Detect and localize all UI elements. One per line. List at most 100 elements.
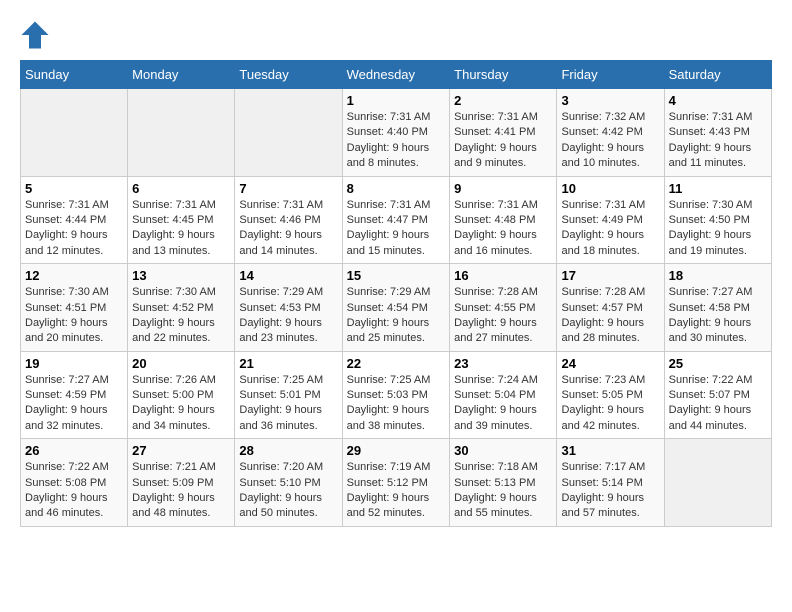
calendar-cell: 22 Sunrise: 7:25 AMSunset: 5:03 PMDayligh… bbox=[342, 351, 450, 439]
calendar-cell: 10 Sunrise: 7:31 AMSunset: 4:49 PMDayligh… bbox=[557, 176, 664, 264]
calendar-cell: 7Sunrise: 7:31 AMSunset: 4:46 PMDaylight… bbox=[235, 176, 342, 264]
day-number: 30 bbox=[454, 443, 552, 458]
calendar-cell: 2Sunrise: 7:31 AMSunset: 4:41 PMDaylight… bbox=[450, 89, 557, 177]
day-number: 17 bbox=[561, 268, 659, 283]
calendar-table: SundayMondayTuesdayWednesdayThursdayFrid… bbox=[20, 60, 772, 527]
weekday-header: Thursday bbox=[450, 61, 557, 89]
day-info: Sunrise: 7:25 AMSunset: 5:01 PMDaylight:… bbox=[239, 373, 337, 435]
day-info: Sunrise: 7:21 AMSunset: 5:09 PMDaylight:… bbox=[132, 460, 230, 522]
day-info: Sunrise: 7:30 AMSunset: 4:51 PMDaylight:… bbox=[25, 285, 123, 347]
day-info: Sunrise: 7:28 AMSunset: 4:57 PMDaylight:… bbox=[561, 285, 659, 347]
day-info: Sunrise: 7:18 AMSunset: 5:13 PMDaylight:… bbox=[454, 460, 552, 522]
calendar-cell: 17 Sunrise: 7:28 AMSunset: 4:57 PMDayligh… bbox=[557, 264, 664, 352]
weekday-header: Friday bbox=[557, 61, 664, 89]
day-info: Sunrise: 7:30 AMSunset: 4:52 PMDaylight:… bbox=[132, 285, 230, 347]
day-number: 6 bbox=[132, 181, 230, 196]
calendar-cell: 19 Sunrise: 7:27 AMSunset: 4:59 PMDayligh… bbox=[21, 351, 128, 439]
day-number: 7 bbox=[239, 181, 337, 196]
calendar-cell: 23 Sunrise: 7:24 AMSunset: 5:04 PMDayligh… bbox=[450, 351, 557, 439]
calendar-cell bbox=[21, 89, 128, 177]
calendar-cell: 1Sunrise: 7:31 AMSunset: 4:40 PMDaylight… bbox=[342, 89, 450, 177]
day-number: 5 bbox=[25, 181, 123, 196]
day-number: 15 bbox=[347, 268, 446, 283]
calendar-header-row: SundayMondayTuesdayWednesdayThursdayFrid… bbox=[21, 61, 772, 89]
day-number: 23 bbox=[454, 356, 552, 371]
calendar-week-row: 5 Sunrise: 7:31 AMSunset: 4:44 PMDaylight… bbox=[21, 176, 772, 264]
day-info: Sunrise: 7:22 AMSunset: 5:08 PMDaylight:… bbox=[25, 460, 123, 522]
calendar-cell: 30 Sunrise: 7:18 AMSunset: 5:13 PMDayligh… bbox=[450, 439, 557, 527]
calendar-week-row: 12 Sunrise: 7:30 AMSunset: 4:51 PMDayligh… bbox=[21, 264, 772, 352]
day-number: 20 bbox=[132, 356, 230, 371]
day-info: Sunrise: 7:32 AMSunset: 4:42 PMDaylight:… bbox=[561, 110, 659, 172]
day-number: 28 bbox=[239, 443, 337, 458]
day-number: 27 bbox=[132, 443, 230, 458]
day-info: Sunrise: 7:29 AMSunset: 4:54 PMDaylight:… bbox=[347, 285, 446, 347]
calendar-cell: 18 Sunrise: 7:27 AMSunset: 4:58 PMDayligh… bbox=[664, 264, 771, 352]
calendar-cell: 24 Sunrise: 7:23 AMSunset: 5:05 PMDayligh… bbox=[557, 351, 664, 439]
calendar-cell: 6 Sunrise: 7:31 AMSunset: 4:45 PMDaylight… bbox=[128, 176, 235, 264]
day-number: 13 bbox=[132, 268, 230, 283]
day-info: Sunrise: 7:20 AMSunset: 5:10 PMDaylight:… bbox=[239, 460, 337, 522]
day-number: 2 bbox=[454, 93, 552, 108]
calendar-week-row: 26 Sunrise: 7:22 AMSunset: 5:08 PMDayligh… bbox=[21, 439, 772, 527]
day-number: 26 bbox=[25, 443, 123, 458]
day-number: 12 bbox=[25, 268, 123, 283]
day-info: Sunrise: 7:27 AMSunset: 4:58 PMDaylight:… bbox=[669, 285, 767, 347]
day-info: Sunrise: 7:31 AMSunset: 4:47 PMDaylight:… bbox=[347, 198, 446, 260]
day-number: 16 bbox=[454, 268, 552, 283]
day-number: 19 bbox=[25, 356, 123, 371]
day-info: Sunrise: 7:19 AMSunset: 5:12 PMDaylight:… bbox=[347, 460, 446, 522]
day-number: 24 bbox=[561, 356, 659, 371]
weekday-header: Tuesday bbox=[235, 61, 342, 89]
calendar-cell: 27 Sunrise: 7:21 AMSunset: 5:09 PMDayligh… bbox=[128, 439, 235, 527]
calendar-cell: 4 Sunrise: 7:31 AMSunset: 4:43 PMDaylight… bbox=[664, 89, 771, 177]
day-info: Sunrise: 7:28 AMSunset: 4:55 PMDaylight:… bbox=[454, 285, 552, 347]
logo bbox=[20, 20, 54, 50]
day-info: Sunrise: 7:31 AMSunset: 4:48 PMDaylight:… bbox=[454, 198, 552, 260]
day-info: Sunrise: 7:17 AMSunset: 5:14 PMDaylight:… bbox=[561, 460, 659, 522]
calendar-week-row: 1Sunrise: 7:31 AMSunset: 4:40 PMDaylight… bbox=[21, 89, 772, 177]
calendar-cell bbox=[235, 89, 342, 177]
calendar-cell: 28 Sunrise: 7:20 AMSunset: 5:10 PMDayligh… bbox=[235, 439, 342, 527]
calendar-week-row: 19 Sunrise: 7:27 AMSunset: 4:59 PMDayligh… bbox=[21, 351, 772, 439]
calendar-cell: 26 Sunrise: 7:22 AMSunset: 5:08 PMDayligh… bbox=[21, 439, 128, 527]
day-info: Sunrise: 7:30 AMSunset: 4:50 PMDaylight:… bbox=[669, 198, 767, 260]
page-header bbox=[20, 20, 772, 50]
day-number: 11 bbox=[669, 181, 767, 196]
day-info: Sunrise: 7:31 AMSunset: 4:43 PMDaylight:… bbox=[669, 110, 767, 172]
day-number: 22 bbox=[347, 356, 446, 371]
calendar-cell: 12 Sunrise: 7:30 AMSunset: 4:51 PMDayligh… bbox=[21, 264, 128, 352]
calendar-cell: 15 Sunrise: 7:29 AMSunset: 4:54 PMDayligh… bbox=[342, 264, 450, 352]
day-info: Sunrise: 7:31 AMSunset: 4:49 PMDaylight:… bbox=[561, 198, 659, 260]
calendar-cell: 13 Sunrise: 7:30 AMSunset: 4:52 PMDayligh… bbox=[128, 264, 235, 352]
day-number: 1 bbox=[347, 93, 446, 108]
day-number: 31 bbox=[561, 443, 659, 458]
day-info: Sunrise: 7:25 AMSunset: 5:03 PMDaylight:… bbox=[347, 373, 446, 435]
day-number: 21 bbox=[239, 356, 337, 371]
calendar-cell: 16 Sunrise: 7:28 AMSunset: 4:55 PMDayligh… bbox=[450, 264, 557, 352]
day-info: Sunrise: 7:24 AMSunset: 5:04 PMDaylight:… bbox=[454, 373, 552, 435]
day-number: 18 bbox=[669, 268, 767, 283]
calendar-cell: 21 Sunrise: 7:25 AMSunset: 5:01 PMDayligh… bbox=[235, 351, 342, 439]
day-info: Sunrise: 7:27 AMSunset: 4:59 PMDaylight:… bbox=[25, 373, 123, 435]
day-number: 8 bbox=[347, 181, 446, 196]
day-number: 10 bbox=[561, 181, 659, 196]
day-info: Sunrise: 7:23 AMSunset: 5:05 PMDaylight:… bbox=[561, 373, 659, 435]
calendar-cell: 29Sunrise: 7:19 AMSunset: 5:12 PMDayligh… bbox=[342, 439, 450, 527]
calendar-cell: 11 Sunrise: 7:30 AMSunset: 4:50 PMDayligh… bbox=[664, 176, 771, 264]
weekday-header: Saturday bbox=[664, 61, 771, 89]
weekday-header: Wednesday bbox=[342, 61, 450, 89]
weekday-header: Sunday bbox=[21, 61, 128, 89]
calendar-cell: 31 Sunrise: 7:17 AMSunset: 5:14 PMDayligh… bbox=[557, 439, 664, 527]
calendar-cell: 14Sunrise: 7:29 AMSunset: 4:53 PMDayligh… bbox=[235, 264, 342, 352]
day-number: 25 bbox=[669, 356, 767, 371]
calendar-cell: 5 Sunrise: 7:31 AMSunset: 4:44 PMDaylight… bbox=[21, 176, 128, 264]
day-info: Sunrise: 7:22 AMSunset: 5:07 PMDaylight:… bbox=[669, 373, 767, 435]
calendar-cell: 8 Sunrise: 7:31 AMSunset: 4:47 PMDaylight… bbox=[342, 176, 450, 264]
day-number: 4 bbox=[669, 93, 767, 108]
day-info: Sunrise: 7:31 AMSunset: 4:44 PMDaylight:… bbox=[25, 198, 123, 260]
day-info: Sunrise: 7:26 AMSunset: 5:00 PMDaylight:… bbox=[132, 373, 230, 435]
logo-icon bbox=[20, 20, 50, 50]
day-info: Sunrise: 7:31 AMSunset: 4:45 PMDaylight:… bbox=[132, 198, 230, 260]
day-info: Sunrise: 7:29 AMSunset: 4:53 PMDaylight:… bbox=[239, 285, 337, 347]
